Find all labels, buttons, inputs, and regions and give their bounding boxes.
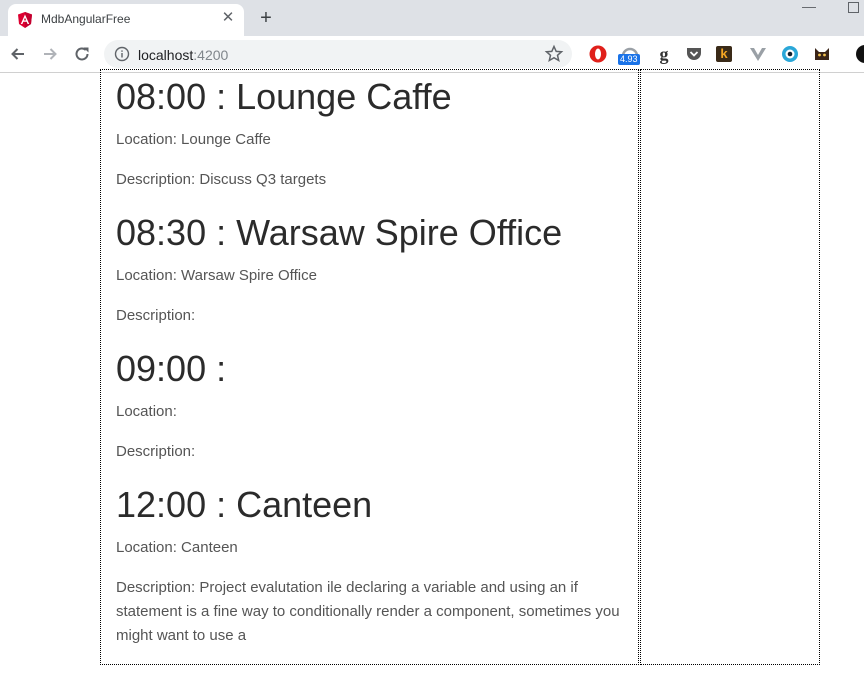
event-heading: 08:30 : Warsaw Spire Office xyxy=(116,212,563,253)
schedule-item: 09:00 : Location: Description: xyxy=(116,342,628,478)
event-location: Location: Canteen xyxy=(116,539,238,556)
schedule-item: 12:00 : Canteen Location: Canteen Descri… xyxy=(116,478,628,648)
schedule-item: 08:30 : Warsaw Spire Office Location: Wa… xyxy=(116,206,628,342)
extension-badge: 4.93 xyxy=(618,54,640,65)
event-description: Description: Discuss Q3 targets xyxy=(116,171,327,188)
tab-strip: MdbAngularFree ✕ + — xyxy=(0,0,864,36)
event-description: Description: Project evalutation ile dec… xyxy=(116,579,620,644)
angular-icon xyxy=(18,12,32,28)
browser-tab[interactable]: MdbAngularFree ✕ xyxy=(8,4,244,36)
eye-extension-icon[interactable] xyxy=(780,44,800,64)
url-text[interactable]: localhost:4200 xyxy=(138,47,228,63)
tab-title: MdbAngularFree xyxy=(41,12,131,26)
event-location: Location: Lounge Caffe xyxy=(116,131,271,148)
vue-devtools-icon[interactable] xyxy=(748,44,768,64)
speed-extension-icon[interactable]: 4.93 xyxy=(618,44,640,65)
event-description: Description: xyxy=(116,307,196,324)
info-icon[interactable] xyxy=(114,46,130,62)
event-location: Location: Warsaw Spire Office xyxy=(116,267,317,284)
bookmark-star-icon[interactable] xyxy=(544,44,564,64)
page-content: 08:00 : Lounge Caffe Location: Lounge Ca… xyxy=(0,69,864,698)
minimize-icon[interactable]: — xyxy=(802,0,816,14)
forward-icon[interactable] xyxy=(40,44,60,64)
event-location: Location: xyxy=(116,403,177,420)
event-heading: 08:00 : Lounge Caffe xyxy=(116,76,452,117)
reload-icon[interactable] xyxy=(72,44,92,64)
cat-extension-icon[interactable] xyxy=(812,44,832,64)
side-column xyxy=(640,69,820,665)
browser-toolbar: localhost:4200 4.93 g k xyxy=(0,36,864,73)
schedule-column: 08:00 : Lounge Caffe Location: Lounge Ca… xyxy=(100,69,639,665)
back-icon[interactable] xyxy=(8,44,28,64)
address-bar[interactable]: localhost:4200 xyxy=(104,40,572,68)
new-tab-button[interactable]: + xyxy=(256,8,276,28)
k-extension-icon[interactable]: k xyxy=(716,46,732,62)
event-description: Description: xyxy=(116,443,196,460)
event-heading: 12:00 : Canteen xyxy=(116,484,373,525)
grammarly-extension-icon[interactable]: g xyxy=(654,44,674,64)
maximize-icon[interactable] xyxy=(848,2,859,13)
close-icon[interactable]: ✕ xyxy=(220,10,236,26)
schedule-item: 08:00 : Lounge Caffe Location: Lounge Ca… xyxy=(116,70,628,206)
account-avatar[interactable] xyxy=(856,45,864,63)
schedule-list: 08:00 : Lounge Caffe Location: Lounge Ca… xyxy=(116,70,628,648)
event-heading: 09:00 : xyxy=(116,348,227,389)
opera-extension-icon[interactable] xyxy=(588,44,608,64)
pocket-extension-icon[interactable] xyxy=(684,44,704,64)
